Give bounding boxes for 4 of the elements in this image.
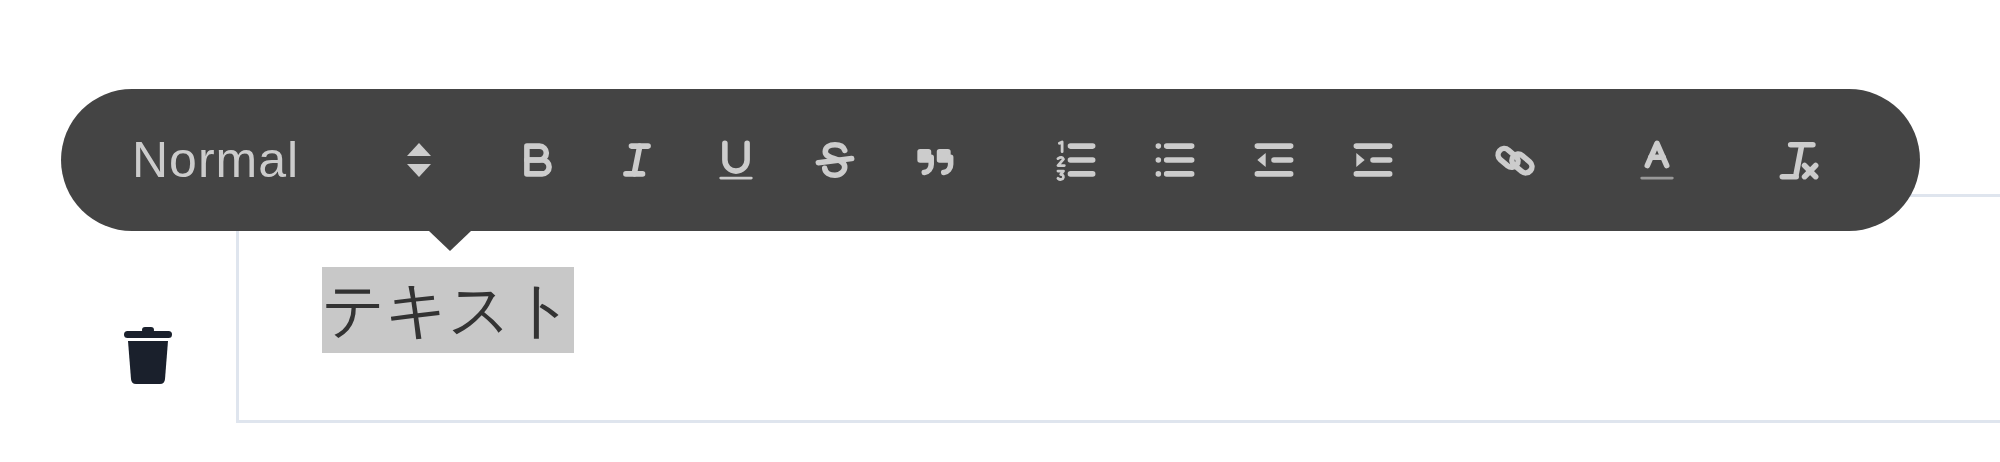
format-select[interactable]: Normal [132,131,432,189]
trash-icon[interactable] [124,327,172,384]
editor-text: テキスト [322,267,574,353]
sort-arrows-icon [406,143,432,177]
